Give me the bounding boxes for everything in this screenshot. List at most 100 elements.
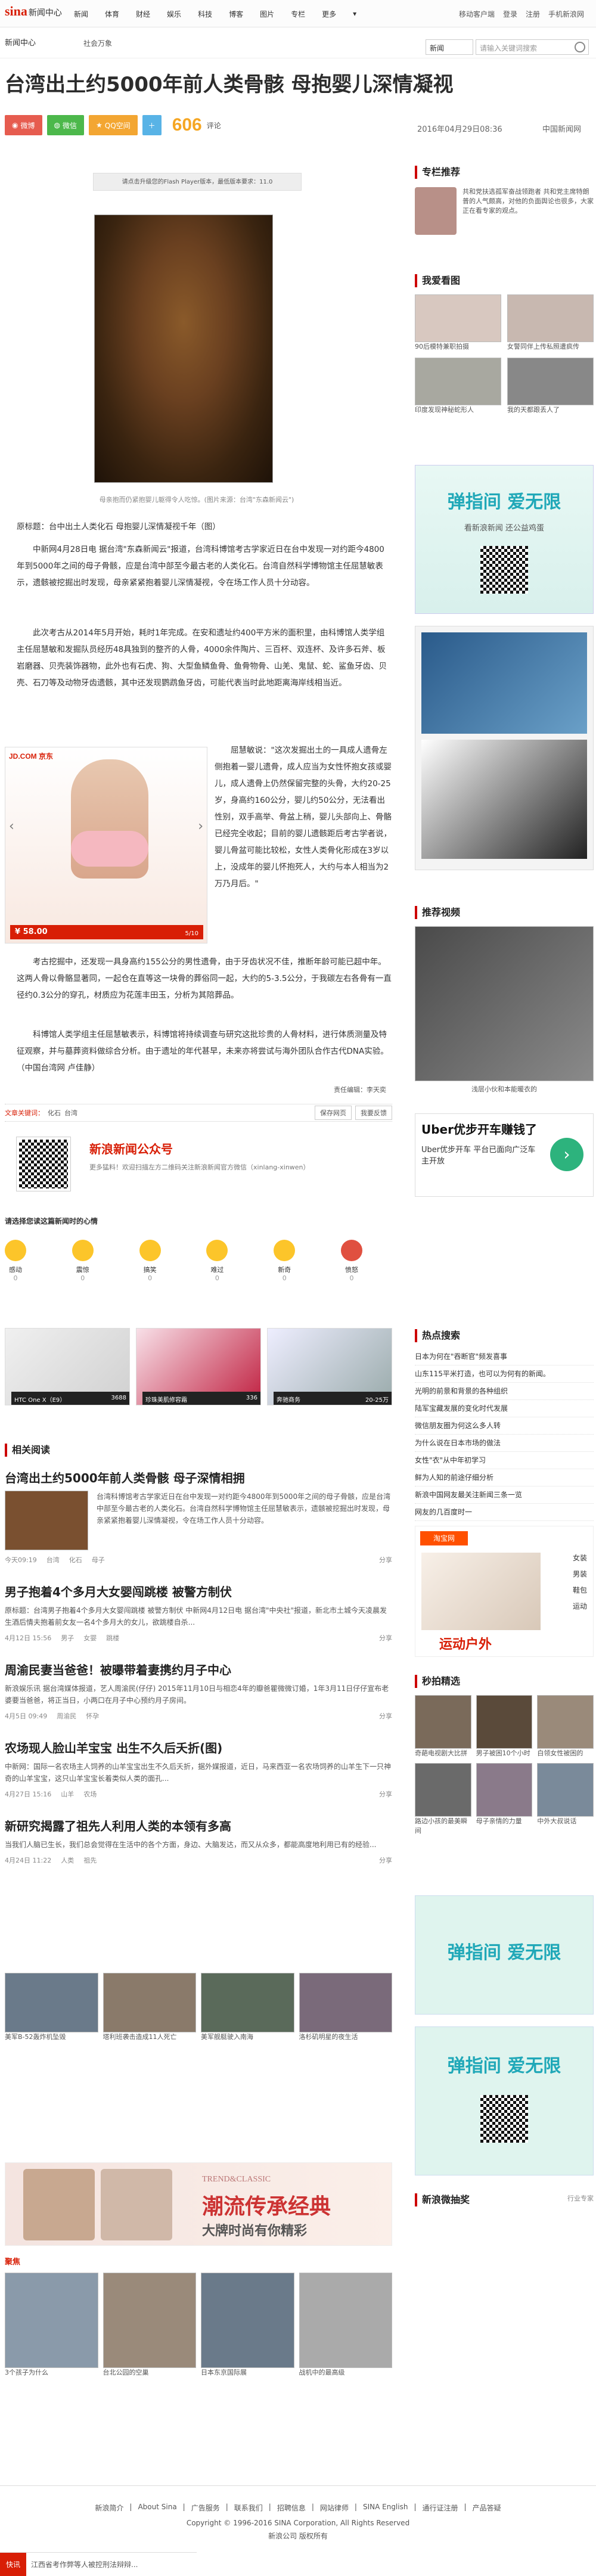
mobile-link[interactable]: 手机新浪网 <box>548 9 584 19</box>
app-banner-3[interactable]: 弹指间 爱无限 <box>415 2026 594 2175</box>
nav-item-news[interactable]: 新闻 <box>66 9 97 19</box>
flash-notice[interactable]: 请点击升级您的Flash Player版本，最低版本要求：11.0 <box>93 173 302 191</box>
watching-item[interactable]: 我的天都跟丢人了 <box>507 358 594 415</box>
footer-link[interactable]: 招聘信息 <box>277 2503 306 2513</box>
product-ad-phone[interactable]: HTC One X（E9） 3688 <box>5 1328 130 1405</box>
footer-link[interactable]: 产品答疑 <box>473 2503 501 2513</box>
share-weibo-button[interactable]: ◉ 微博 <box>5 115 42 135</box>
product-ad-cosmetics[interactable]: 珍珠美肌修容霜 336 <box>136 1328 261 1405</box>
focus-item[interactable]: 3个孩子为什么 <box>5 2273 98 2378</box>
watching-item[interactable]: 90后模特兼职拍摄 <box>415 294 501 352</box>
mood-angry[interactable]: 愤怒 0 <box>340 1240 362 1282</box>
feedback-button[interactable]: 我要反馈 <box>355 1106 392 1120</box>
nav-item-tech[interactable]: 科技 <box>190 9 221 19</box>
comment-label[interactable]: 评论 <box>207 120 221 131</box>
keyword-link[interactable]: 化石 <box>48 1108 61 1118</box>
hot-search-item[interactable]: 微信朋友圈为何这么多人转 <box>415 1417 594 1435</box>
focus-item[interactable]: 日本东京国际展 <box>201 2273 294 2378</box>
nav-item-blog[interactable]: 博客 <box>221 9 252 19</box>
second-item[interactable]: 母子亲情的力量 <box>476 1763 533 1836</box>
taobao-tag[interactable]: 运动 <box>573 1601 587 1611</box>
nav-item-sports[interactable]: 体育 <box>97 9 128 19</box>
product-ad[interactable]: JD.COM 京东 ‹ › ¥ 58.00 5/10 <box>5 747 207 944</box>
comment-count[interactable]: 606 <box>172 115 202 135</box>
nav-item-finance[interactable]: 财经 <box>128 9 159 19</box>
hot-search-item[interactable]: 女性"衣"从中年初学习 <box>415 1452 594 1469</box>
hot-search-item[interactable]: 山东115平米打造，也可以为何有的新闻。 <box>415 1365 594 1383</box>
second-item[interactable]: 路边小孩的最美瞬间 <box>415 1763 471 1836</box>
footer-link[interactable]: 通行证注册 <box>423 2503 458 2513</box>
footer-link[interactable]: 联系我们 <box>234 2503 263 2513</box>
hot-search-item[interactable]: 光明的前景和背景的各种组织 <box>415 1383 594 1400</box>
register-link[interactable]: 注册 <box>526 9 540 19</box>
news-ticker[interactable]: 快讯 江西省考作弊等人被控刑法辩辩... <box>0 2552 197 2576</box>
columnist-avatar[interactable] <box>415 187 457 235</box>
arrow-right-icon[interactable]: › <box>198 819 203 834</box>
gallery-item[interactable]: 洛杉矶明星的夜生活 <box>299 1973 392 2042</box>
search-icon[interactable] <box>575 42 585 52</box>
latest-more[interactable]: 行业专家 <box>567 2193 594 2206</box>
mood-funny[interactable]: 搞笑 0 <box>139 1240 161 1282</box>
focus-item[interactable]: 战机中的最高级 <box>299 2273 392 2378</box>
right-ad-block[interactable] <box>415 626 594 870</box>
sina-logo[interactable]: sina 新闻中心 <box>5 4 62 19</box>
save-page-button[interactable]: 保存网页 <box>315 1106 352 1120</box>
related-item[interactable]: 农场现人脸山羊宝宝 出生不久后夭折(图) 中新网：国际一名农场主人饲养的山羊宝宝… <box>5 1739 392 1799</box>
search-input[interactable]: 请输入关键词搜索 <box>476 39 589 55</box>
related-item[interactable]: 周渝民妻当爸爸！被曝带着妻携约月子中心 新浪娱乐讯 据台湾媒体报道，艺人周渝民(… <box>5 1661 392 1721</box>
watching-item[interactable]: 女警同伴上传私照遭疯传 <box>507 294 594 352</box>
login-link[interactable]: 登录 <box>503 9 517 19</box>
footer-link[interactable]: 广告服务 <box>191 2503 220 2513</box>
article-source[interactable]: 中国新闻网 <box>542 123 581 134</box>
app-banner-2[interactable]: 弹指间 爱无限 <box>415 1895 594 2015</box>
hot-search-item[interactable]: 鲜为人知的前途仔细分析 <box>415 1469 594 1486</box>
gallery-item[interactable]: 美军舰艇驶入南海 <box>201 1973 294 2042</box>
ticker-text[interactable]: 江西省考作弊等人被控刑法辩辩... <box>26 2559 138 2569</box>
mood-sad[interactable]: 难过 0 <box>206 1240 228 1282</box>
taobao-tag[interactable]: 男装 <box>573 1569 587 1579</box>
arrow-left-icon[interactable]: ‹ <box>9 819 14 834</box>
related-item[interactable]: 男子抱着4个多月大女婴闯跳楼 被警方制伏 原标题：台湾男子抱着4个多月大女婴闯跳… <box>5 1582 392 1643</box>
channel-logo[interactable]: 新闻中心 <box>5 36 36 48</box>
share-qzone-button[interactable]: ★ QQ空间 <box>89 115 138 135</box>
related-item[interactable]: 台湾出土约5000年前人类骨骸 母子深情相拥 台湾科博馆考古学家近日在台中发现一… <box>5 1469 392 1565</box>
footer-link[interactable]: About Sina <box>138 2503 176 2513</box>
second-item[interactable]: 中外大叔说话 <box>537 1763 594 1836</box>
gallery-item[interactable]: 美军B-52轰炸机坠毁 <box>5 1973 98 2042</box>
chevron-right-icon[interactable]: › <box>550 1138 583 1171</box>
mood-touched[interactable]: 感动 0 <box>5 1240 26 1282</box>
taobao-tag[interactable]: 女装 <box>573 1553 587 1563</box>
watching-item[interactable]: 印度发现神秘蛇形人 <box>415 358 501 415</box>
related-thumb[interactable] <box>5 1491 88 1550</box>
nav-item-more[interactable]: 更多 <box>313 9 344 19</box>
related-item[interactable]: 新研究揭露了祖先人利用人类的本领有多高 当我们人脑已生长，我们总会觉得在生活中的… <box>5 1817 392 1865</box>
second-item[interactable]: 男子被困10个小时 <box>476 1695 533 1758</box>
second-item[interactable]: 白领女性被困的 <box>537 1695 594 1758</box>
hot-search-item[interactable]: 日本为何在"吞断官"频发喜事 <box>415 1348 594 1365</box>
hot-search-item[interactable]: 陆军宝藏发展的变化时代发展 <box>415 1400 594 1417</box>
focus-item[interactable]: 台北公园的空巢 <box>103 2273 196 2378</box>
search-category-select[interactable]: 新闻 <box>426 39 473 55</box>
video-thumbnail[interactable] <box>415 926 594 1081</box>
product-ad-car[interactable]: 奔驰商务 20-25万 <box>267 1328 392 1405</box>
article-photo[interactable] <box>94 215 273 483</box>
mood-shocked[interactable]: 震惊 0 <box>72 1240 94 1282</box>
keyword-link[interactable]: 台湾 <box>64 1108 77 1118</box>
app-banner-1[interactable]: 弹指间 爱无限 看新浪新闻 还公益鸡蛋 <box>415 465 594 614</box>
taobao-tag[interactable]: 鞋包 <box>573 1585 587 1595</box>
video-caption[interactable]: 浅层小伙和本能暖衣的 <box>415 1085 594 1094</box>
nav-item-ent[interactable]: 娱乐 <box>159 9 190 19</box>
fashion-banner[interactable]: TREND&CLASSIC 潮流传承经典 大牌时尚有你精彩 <box>5 2162 392 2246</box>
second-item[interactable]: 奇葩电视剧大比拼 <box>415 1695 471 1758</box>
columnist-text[interactable]: 共和党扶选孤军奋战领跑者 共和党主席特朗普的人气颇高，对他的负面舆论也很多，大家… <box>462 187 594 235</box>
mood-novel[interactable]: 新奇 0 <box>274 1240 296 1282</box>
nav-item-photo[interactable]: 图片 <box>252 9 283 19</box>
share-more-button[interactable]: ＋ <box>142 115 162 135</box>
hot-search-item[interactable]: 为什么说在日本市场的做法 <box>415 1435 594 1452</box>
footer-link[interactable]: 新浪简介 <box>95 2503 123 2513</box>
uber-ad[interactable]: Uber优步开车赚钱了 Uber优步开车 平台已面向广泛车主开放 › <box>415 1113 594 1197</box>
taobao-ad[interactable]: 淘宝网 运动户外 女装 男装 鞋包 运动 <box>415 1526 594 1657</box>
nav-item-column[interactable]: 专栏 <box>283 9 313 19</box>
footer-link[interactable]: SINA English <box>363 2503 408 2513</box>
hot-search-item[interactable]: 新浪中国网友最关注新闻三条一览 <box>415 1486 594 1504</box>
